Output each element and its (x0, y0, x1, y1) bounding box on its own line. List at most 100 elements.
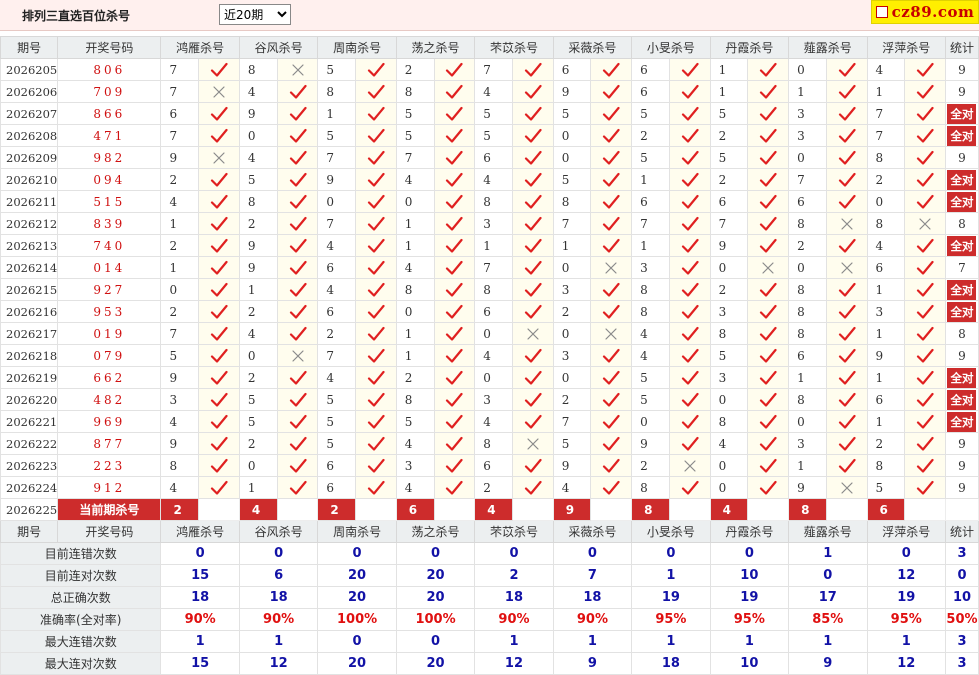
check-icon (917, 194, 934, 209)
check-icon (917, 62, 934, 77)
kill-number-cell: 4 (160, 190, 200, 213)
kill-number-cell: 1 (631, 168, 670, 191)
table-row: 2026210 094 2 5 9 4 4 5 1 2 7 2 全对 (0, 168, 979, 191)
check-icon (681, 348, 699, 363)
result-mark-cell (825, 300, 868, 323)
result-mark-cell (825, 58, 868, 81)
check-icon (681, 84, 699, 99)
result-mark-cell (355, 58, 397, 81)
result-mark-cell (668, 146, 711, 169)
kill-number-cell: 7 (631, 212, 670, 235)
kill-number-cell: 9 (317, 168, 357, 191)
kill-number-cell: 8 (788, 388, 827, 411)
check-icon (289, 150, 307, 165)
check-icon (760, 128, 777, 143)
check-icon (210, 304, 228, 319)
column-header-expert: 浮萍杀号 (866, 36, 946, 59)
result-mark-cell (668, 476, 711, 499)
check-icon (838, 172, 856, 187)
result-mark-cell (276, 234, 319, 257)
result-mark-cell (512, 190, 554, 213)
kill-number-cell: 5 (395, 410, 435, 433)
result-mark-cell (825, 366, 868, 389)
summary-value: 20 (395, 652, 476, 675)
result-mark-cell (825, 168, 868, 191)
result-mark-cell (198, 322, 240, 345)
summary-value: 12 (866, 564, 946, 587)
table-row: 2026211 515 4 8 0 0 8 8 6 6 6 0 全对 (0, 190, 979, 213)
table-row: 2026219 662 9 2 4 2 0 0 5 3 1 1 全对 (0, 366, 979, 389)
check-icon (681, 238, 699, 253)
kill-number-cell: 5 (238, 168, 278, 191)
result-mark-cell (590, 410, 633, 433)
check-icon (760, 194, 777, 209)
column-header-expert: 芣苡杀号 (474, 520, 554, 543)
summary-value: 9 (552, 652, 633, 675)
current-kill-value: 2 (317, 498, 357, 521)
kill-number-cell: 0 (709, 256, 749, 279)
result-mark-cell (904, 58, 946, 81)
all-correct-badge: 全对 (947, 367, 977, 388)
check-icon (289, 128, 307, 143)
column-header-expert: 薤露杀号 (788, 36, 868, 59)
result-mark-cell (747, 146, 790, 169)
result-mark-cell (668, 344, 711, 367)
result-mark-cell (904, 80, 946, 103)
result-mark-cell (590, 190, 633, 213)
cross-icon (919, 217, 931, 230)
kill-number-cell: 2 (552, 300, 592, 323)
summary-value: 18 (160, 586, 240, 609)
result-mark-cell (198, 102, 240, 125)
result-mark-cell (355, 168, 397, 191)
summary-row: 目前连错次数 0 0 0 0 0 0 0 0 1 0 3 (0, 542, 979, 565)
period-select[interactable]: 近20期 (219, 4, 291, 25)
kill-number-cell: 1 (317, 102, 357, 125)
period-cell: 2026205 (0, 58, 59, 81)
check-icon (446, 194, 464, 209)
check-icon (681, 172, 699, 187)
kill-number-cell: 3 (474, 388, 514, 411)
period-cell: 2026209 (0, 146, 59, 169)
summary-value: 1 (631, 630, 711, 653)
check-icon (210, 260, 228, 275)
result-mark-cell (198, 146, 240, 169)
check-icon (760, 348, 777, 363)
result-mark-cell (433, 146, 476, 169)
stat-cell: 7 (944, 256, 979, 279)
summary-value: 1 (631, 564, 711, 587)
kill-number-cell: 0 (788, 58, 827, 81)
table-row: 2026209 982 9 4 7 7 6 0 5 5 0 8 9 (0, 146, 979, 169)
kill-number-cell: 1 (866, 322, 906, 345)
result-mark-cell (904, 102, 946, 125)
result-mark-cell (747, 58, 790, 81)
summary-value: 95% (866, 608, 946, 631)
kill-number-cell: 2 (709, 168, 749, 191)
check-icon (210, 282, 228, 297)
check-icon (210, 194, 228, 209)
result-mark-cell (198, 388, 240, 411)
column-header-expert: 周南杀号 (317, 36, 397, 59)
current-kill-spacer (904, 498, 946, 521)
check-icon (760, 480, 777, 495)
summary-row: 最大连对次数 15 12 20 20 12 9 18 10 9 12 3 (0, 652, 979, 675)
kill-number-cell: 4 (631, 322, 670, 345)
check-icon (446, 84, 464, 99)
kill-number-cell: 7 (709, 212, 749, 235)
check-icon (760, 304, 777, 319)
kill-number-cell: 4 (631, 344, 670, 367)
table-row: 2026208 471 7 0 5 5 5 0 2 2 3 7 全对 (0, 124, 979, 147)
table-row: 2026213 740 2 9 4 1 1 1 1 9 2 4 全对 (0, 234, 979, 257)
check-icon (760, 458, 777, 473)
kill-number-cell: 8 (788, 300, 827, 323)
result-mark-cell (512, 58, 554, 81)
cross-icon (291, 63, 304, 76)
result-mark-cell (668, 234, 711, 257)
result-mark-cell (668, 366, 711, 389)
kill-number-cell: 4 (552, 476, 592, 499)
period-cell: 2026208 (0, 124, 59, 147)
site-logo[interactable]: cz89.com (871, 0, 979, 24)
kill-number-cell: 2 (552, 388, 592, 411)
current-kill-value: 8 (631, 498, 670, 521)
summary-value: 90% (474, 608, 554, 631)
column-header-expert: 采薇杀号 (552, 36, 633, 59)
